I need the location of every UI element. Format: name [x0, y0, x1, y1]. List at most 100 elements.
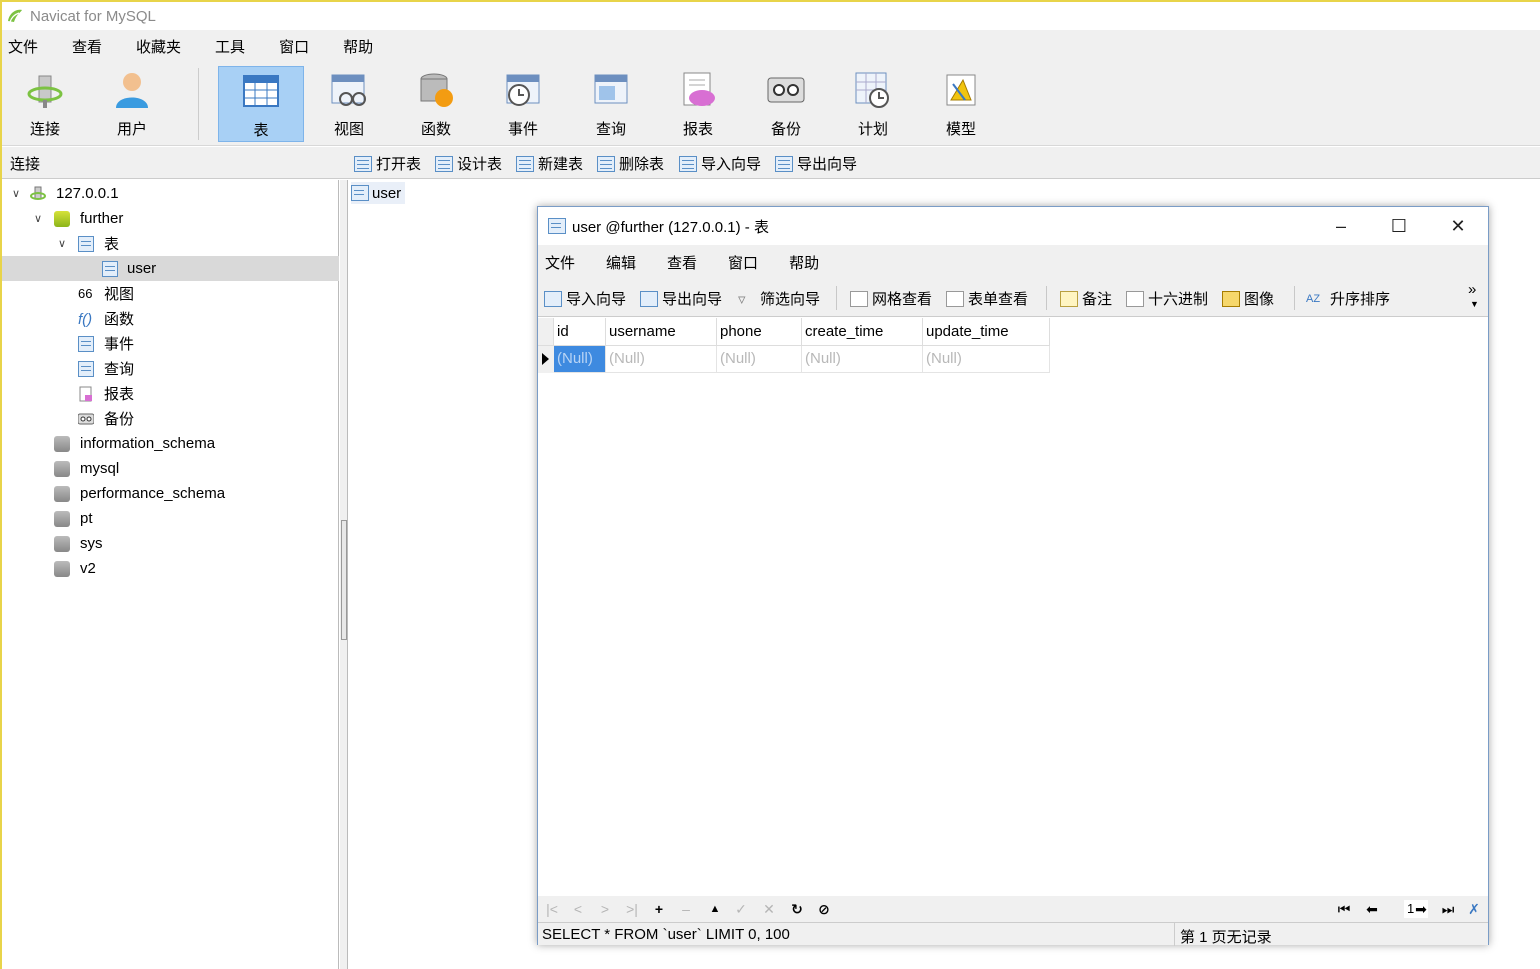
toolbar-overflow-icon[interactable]: » [1468, 281, 1476, 298]
toolbar-table-button[interactable]: 表 [218, 66, 304, 142]
hex-button[interactable]: 十六进制 [1126, 288, 1208, 309]
tree-db-sys[interactable]: sys [2, 531, 339, 556]
close-icon[interactable]: ✕ [1443, 213, 1473, 239]
menu-help[interactable]: 帮助 [343, 36, 373, 57]
toolbar-user-button[interactable]: 用户 [89, 66, 175, 142]
tree-table-user[interactable]: user [2, 256, 339, 281]
minimize-icon[interactable]: – [1326, 213, 1356, 239]
menu-window[interactable]: 窗口 [279, 36, 309, 57]
stop-icon[interactable]: ⊘ [814, 899, 834, 919]
window-title-bar[interactable]: user @further (127.0.0.1) - 表 – ☐ ✕ [538, 207, 1488, 245]
toolbar-backup-button[interactable]: 备份 [743, 66, 829, 142]
object-list-item-user[interactable]: user [351, 182, 406, 204]
menu-view[interactable]: 查看 [72, 36, 102, 57]
toolbar-function-button[interactable]: 函数 [393, 66, 479, 142]
first-page-icon[interactable]: ⏮ [1334, 899, 1354, 919]
tree-db-mysql[interactable]: mysql [2, 456, 339, 481]
tree-db-information-schema[interactable]: information_schema [2, 431, 339, 456]
tree-queries-node[interactable]: 查询 [2, 356, 339, 381]
toolbar-schedule-button[interactable]: 计划 [830, 66, 916, 142]
export-wizard-button[interactable]: 导出向导 [640, 288, 722, 309]
last-record-icon[interactable]: >| [622, 899, 642, 919]
export-icon [640, 290, 658, 307]
column-header-username[interactable]: username [606, 318, 717, 346]
memo-button[interactable]: 备注 [1060, 288, 1112, 309]
form-icon [946, 290, 964, 307]
prev-record-icon[interactable]: < [568, 899, 588, 919]
add-record-icon[interactable]: + [649, 899, 669, 919]
import-wizard-button[interactable]: 导入向导 [679, 153, 761, 174]
grid-cell-id[interactable]: (Null) [554, 346, 606, 373]
grid-cell-username[interactable]: (Null) [606, 346, 717, 373]
apply-changes-icon[interactable]: ✓ [731, 899, 751, 919]
tree-server-node[interactable]: ∨ 127.0.0.1 [2, 181, 339, 206]
pane-splitter[interactable] [340, 180, 348, 969]
database-icon [54, 485, 70, 502]
table-icon [548, 218, 566, 234]
grid-cell-phone[interactable]: (Null) [717, 346, 802, 373]
design-table-button[interactable]: 设计表 [435, 153, 502, 174]
open-table-button[interactable]: 打开表 [354, 153, 421, 174]
toolbar-model-button[interactable]: 模型 [918, 66, 1004, 142]
filter-wizard-button[interactable]: ▿ 筛选向导 [738, 288, 820, 309]
wmenu-window[interactable]: 窗口 [728, 252, 758, 273]
tree-db-performance-schema[interactable]: performance_schema [2, 481, 339, 506]
settings-tools-icon[interactable]: ✗ [1464, 899, 1484, 919]
toolbar-report-button[interactable]: 报表 [655, 66, 741, 142]
delete-table-button[interactable]: 删除表 [597, 153, 664, 174]
tree-db-pt[interactable]: pt [2, 506, 339, 531]
tree-db-further[interactable]: ∨ further [2, 206, 339, 231]
menu-bar: 文件 查看 收藏夹 工具 窗口 帮助 [2, 30, 1540, 62]
tree-events-node[interactable]: 事件 [2, 331, 339, 356]
status-divider [1174, 923, 1175, 946]
import-wizard-button[interactable]: 导入向导 [544, 288, 626, 309]
new-table-button[interactable]: 新建表 [516, 153, 583, 174]
status-page-info: 第 1 页无记录 [1180, 929, 1272, 946]
tree-reports-node[interactable]: 报表 [2, 381, 339, 406]
toolbar-view-button[interactable]: 视图 [306, 66, 392, 142]
column-header-update-time[interactable]: update_time [923, 318, 1050, 346]
image-button[interactable]: 图像 [1222, 288, 1274, 309]
last-page-icon[interactable]: ⏭ [1438, 899, 1458, 919]
chevron-down-icon[interactable]: ∨ [58, 237, 66, 250]
first-record-icon[interactable]: |< [542, 899, 562, 919]
maximize-icon[interactable]: ☐ [1384, 213, 1414, 239]
prev-page-icon[interactable]: ⬅ [1362, 899, 1382, 919]
column-header-phone[interactable]: phone [717, 318, 802, 346]
next-record-icon[interactable]: > [595, 899, 615, 919]
toolbar-connection-button[interactable]: 连接 [2, 66, 88, 142]
wmenu-file[interactable]: 文件 [545, 252, 575, 273]
next-page-icon[interactable]: ➡ [1411, 899, 1431, 919]
export-wizard-button[interactable]: 导出向导 [775, 153, 857, 174]
menu-file[interactable]: 文件 [8, 36, 38, 57]
chevron-down-icon[interactable]: ∨ [34, 212, 42, 225]
tree-views-node[interactable]: 66 视图 [2, 281, 339, 306]
column-header-id[interactable]: id [554, 318, 606, 346]
grid-view-button[interactable]: 网格查看 [850, 288, 932, 309]
wmenu-edit[interactable]: 编辑 [606, 252, 636, 273]
refresh-icon[interactable]: ↻ [787, 899, 807, 919]
chevron-down-icon[interactable]: ▼ [1470, 299, 1479, 309]
delete-record-icon[interactable]: – [676, 899, 696, 919]
tree-backups-node[interactable]: 备份 [2, 406, 339, 431]
chevron-down-icon[interactable]: ∨ [12, 187, 20, 200]
wmenu-view[interactable]: 查看 [667, 252, 697, 273]
splitter-grip[interactable] [341, 520, 347, 640]
grid-cell-create-time[interactable]: (Null) [802, 346, 923, 373]
title-bar: Navicat for MySQL [2, 2, 1540, 30]
toolbar-query-button[interactable]: 查询 [568, 66, 654, 142]
tree-db-v2[interactable]: v2 [2, 556, 339, 581]
menu-favorites[interactable]: 收藏夹 [136, 36, 181, 57]
tree-tables-node[interactable]: ∨ 表 [2, 231, 339, 256]
form-view-button[interactable]: 表单查看 [946, 288, 1028, 309]
column-header-create-time[interactable]: create_time [802, 318, 923, 346]
menu-tools[interactable]: 工具 [215, 36, 245, 57]
discard-changes-icon[interactable]: ✕ [759, 899, 779, 919]
sort-ascending-button[interactable]: AZ 升序排序 [1306, 288, 1390, 309]
tree-functions-node[interactable]: f() 函数 [2, 306, 339, 331]
grid-corner [538, 318, 554, 346]
toolbar-event-button[interactable]: 事件 [480, 66, 566, 142]
grid-cell-update-time[interactable]: (Null) [923, 346, 1050, 373]
wmenu-help[interactable]: 帮助 [789, 252, 819, 273]
edit-up-icon[interactable]: ▲ [705, 899, 725, 919]
